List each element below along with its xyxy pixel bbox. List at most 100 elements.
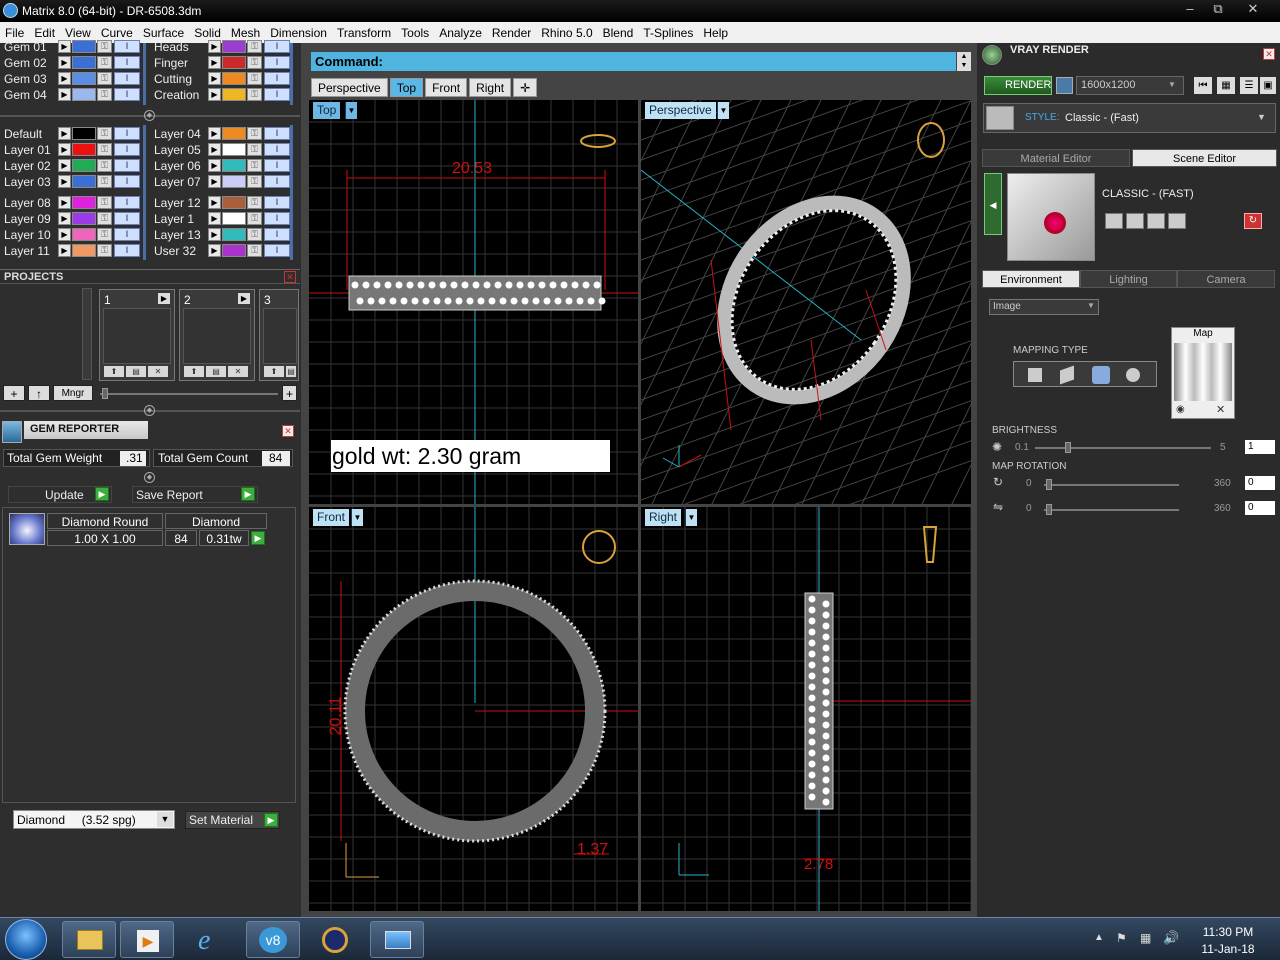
layer-name[interactable]: Layer 06 xyxy=(154,159,206,173)
layer-row[interactable]: Layer 04 ▶ ⚿ I xyxy=(154,126,294,142)
menu-analyze[interactable]: Analyze xyxy=(434,26,487,40)
layer-name[interactable]: Layer 07 xyxy=(154,175,206,189)
visibility-icon[interactable]: I xyxy=(264,72,290,85)
rotation1-slider-knob[interactable] xyxy=(1046,479,1052,490)
lock-icon[interactable]: ⚿ xyxy=(97,212,112,225)
upload-icon[interactable]: ⬆ xyxy=(104,366,124,377)
lock-icon[interactable]: ⚿ xyxy=(247,196,262,209)
menu-file[interactable]: File xyxy=(0,26,29,40)
lock-icon[interactable]: ⚿ xyxy=(97,175,112,188)
layer-expand-icon[interactable]: ▶ xyxy=(208,175,221,188)
viewport-top[interactable]: Top ▼ 20.53 gold wt: 2.30 gram xyxy=(308,99,639,505)
layer-name[interactable]: Layer 12 xyxy=(154,196,206,210)
layer-color-swatch[interactable] xyxy=(72,143,96,156)
close-button[interactable]: ✕ xyxy=(1238,0,1268,18)
layer-row[interactable]: Layer 02 ▶ ⚿ I xyxy=(4,158,144,174)
map-preview[interactable]: Map ◉ ✕ xyxy=(1171,327,1235,419)
collapse-icon[interactable]: ◆ xyxy=(144,110,155,121)
lock-icon[interactable]: ⚿ xyxy=(97,244,112,257)
projects-slider[interactable] xyxy=(100,393,278,395)
layer-name[interactable]: Layer 11 xyxy=(4,244,56,258)
menu-mesh[interactable]: Mesh xyxy=(226,26,265,40)
layer-name[interactable]: Gem 03 xyxy=(4,72,56,86)
layer-name[interactable]: Layer 13 xyxy=(154,228,206,242)
layer-expand-icon[interactable]: ▶ xyxy=(58,143,71,156)
layer-color-swatch[interactable] xyxy=(72,175,96,188)
layer-row[interactable]: Layer 08 ▶ ⚿ I xyxy=(4,195,144,211)
lock-icon[interactable]: ⚿ xyxy=(247,56,262,69)
brightness-value[interactable]: 1 xyxy=(1245,440,1275,454)
lock-icon[interactable]: ⚿ xyxy=(97,196,112,209)
menu-help[interactable]: Help xyxy=(698,26,733,40)
layer-row[interactable]: Heads ▶ ⚿ I xyxy=(154,39,294,55)
layer-name[interactable]: User 32 xyxy=(154,244,206,258)
start-button[interactable] xyxy=(5,919,47,960)
tab-perspective[interactable]: Perspective xyxy=(311,78,388,97)
project-arrow-icon[interactable]: ▶ xyxy=(238,293,250,304)
render-button[interactable]: RENDER xyxy=(984,76,1052,95)
tab-right[interactable]: Right xyxy=(469,78,512,97)
rewind-icon[interactable]: ⏮ xyxy=(1194,77,1212,94)
clock-date[interactable]: 11-Jan-18 xyxy=(1198,942,1258,956)
projects-close-icon[interactable]: ✕ xyxy=(284,271,296,283)
visibility-icon[interactable]: I xyxy=(264,56,290,69)
viewport-label-front[interactable]: Front xyxy=(313,509,350,526)
layer-expand-icon[interactable]: ▶ xyxy=(208,88,221,101)
save-icon[interactable]: ▤ xyxy=(126,366,146,377)
brightness-slider[interactable] xyxy=(1035,447,1211,449)
list-view-icon[interactable]: ☰ xyxy=(1240,77,1258,94)
layer-row[interactable]: Default ▶ ⚿ I xyxy=(4,126,144,142)
layer-name[interactable]: Layer 05 xyxy=(154,143,206,157)
layer-color-swatch[interactable] xyxy=(72,159,96,172)
layer-color-swatch[interactable] xyxy=(222,56,246,69)
gem-reporter-close-icon[interactable]: ✕ xyxy=(282,425,294,437)
layer-color-swatch[interactable] xyxy=(222,175,246,188)
projects-scrollbar[interactable] xyxy=(82,288,92,380)
command-scroll[interactable]: ▲ ▼ xyxy=(957,52,971,71)
command-bar[interactable]: Command: xyxy=(311,52,956,71)
layer-expand-icon[interactable]: ▶ xyxy=(58,175,71,188)
collapse-icon[interactable]: ◆ xyxy=(144,405,155,416)
layer-expand-icon[interactable]: ▶ xyxy=(208,127,221,140)
network-icon[interactable]: ▦ xyxy=(1140,931,1151,945)
chevron-down-icon[interactable]: ▼ xyxy=(1257,112,1266,122)
visibility-icon[interactable]: I xyxy=(264,127,290,140)
collapse-left-icon[interactable]: ◀ xyxy=(984,173,1002,235)
menu-view[interactable]: View xyxy=(60,26,96,40)
action-center-icon[interactable]: ⚑ xyxy=(1116,931,1127,945)
projects-slider-knob[interactable] xyxy=(102,388,108,399)
layer-row[interactable]: Layer 1 ▶ ⚿ I xyxy=(154,211,294,227)
environment-select[interactable]: Image xyxy=(989,299,1099,315)
gem-app-icon[interactable] xyxy=(308,921,362,958)
menu-transform[interactable]: Transform xyxy=(332,26,396,40)
layer-name[interactable]: Layer 01 xyxy=(4,143,56,157)
project-slot-1[interactable]: 1 ▶ ⬆ ▤ ✕ xyxy=(99,289,175,381)
minimize-button[interactable]: ‒ xyxy=(1175,0,1205,18)
layer-color-swatch[interactable] xyxy=(72,196,96,209)
brightness-slider-knob[interactable] xyxy=(1065,442,1071,453)
visibility-icon[interactable]: I xyxy=(264,196,290,209)
save-as-icon[interactable] xyxy=(1126,213,1144,229)
rotation2-slider[interactable] xyxy=(1044,509,1179,511)
media-player-icon[interactable]: ▶ xyxy=(120,921,174,958)
layer-color-swatch[interactable] xyxy=(72,212,96,225)
layer-name[interactable]: Creation xyxy=(154,88,206,102)
menu-curve[interactable]: Curve xyxy=(96,26,138,40)
layer-color-swatch[interactable] xyxy=(222,143,246,156)
layer-color-swatch[interactable] xyxy=(222,228,246,241)
visibility-icon[interactable]: I xyxy=(114,127,140,140)
layer-name[interactable]: Layer 04 xyxy=(154,127,206,141)
lock-icon[interactable]: ⚿ xyxy=(97,40,112,53)
layer-name[interactable]: Gem 04 xyxy=(4,88,56,102)
visibility-icon[interactable]: I xyxy=(114,143,140,156)
layer-expand-icon[interactable]: ▶ xyxy=(208,143,221,156)
chevron-down-icon[interactable]: ▼ xyxy=(157,812,173,827)
layer-color-swatch[interactable] xyxy=(222,88,246,101)
layer-row[interactable]: Gem 01 ▶ ⚿ I xyxy=(4,39,144,55)
save-report-arrow-icon[interactable]: ▶ xyxy=(241,487,255,501)
layer-row[interactable]: Layer 09 ▶ ⚿ I xyxy=(4,211,144,227)
tab-camera[interactable]: Camera xyxy=(1177,270,1275,288)
layer-expand-icon[interactable]: ▶ xyxy=(208,72,221,85)
save-icon[interactable] xyxy=(1105,213,1123,229)
tab-scene-editor[interactable]: Scene Editor xyxy=(1132,149,1277,167)
